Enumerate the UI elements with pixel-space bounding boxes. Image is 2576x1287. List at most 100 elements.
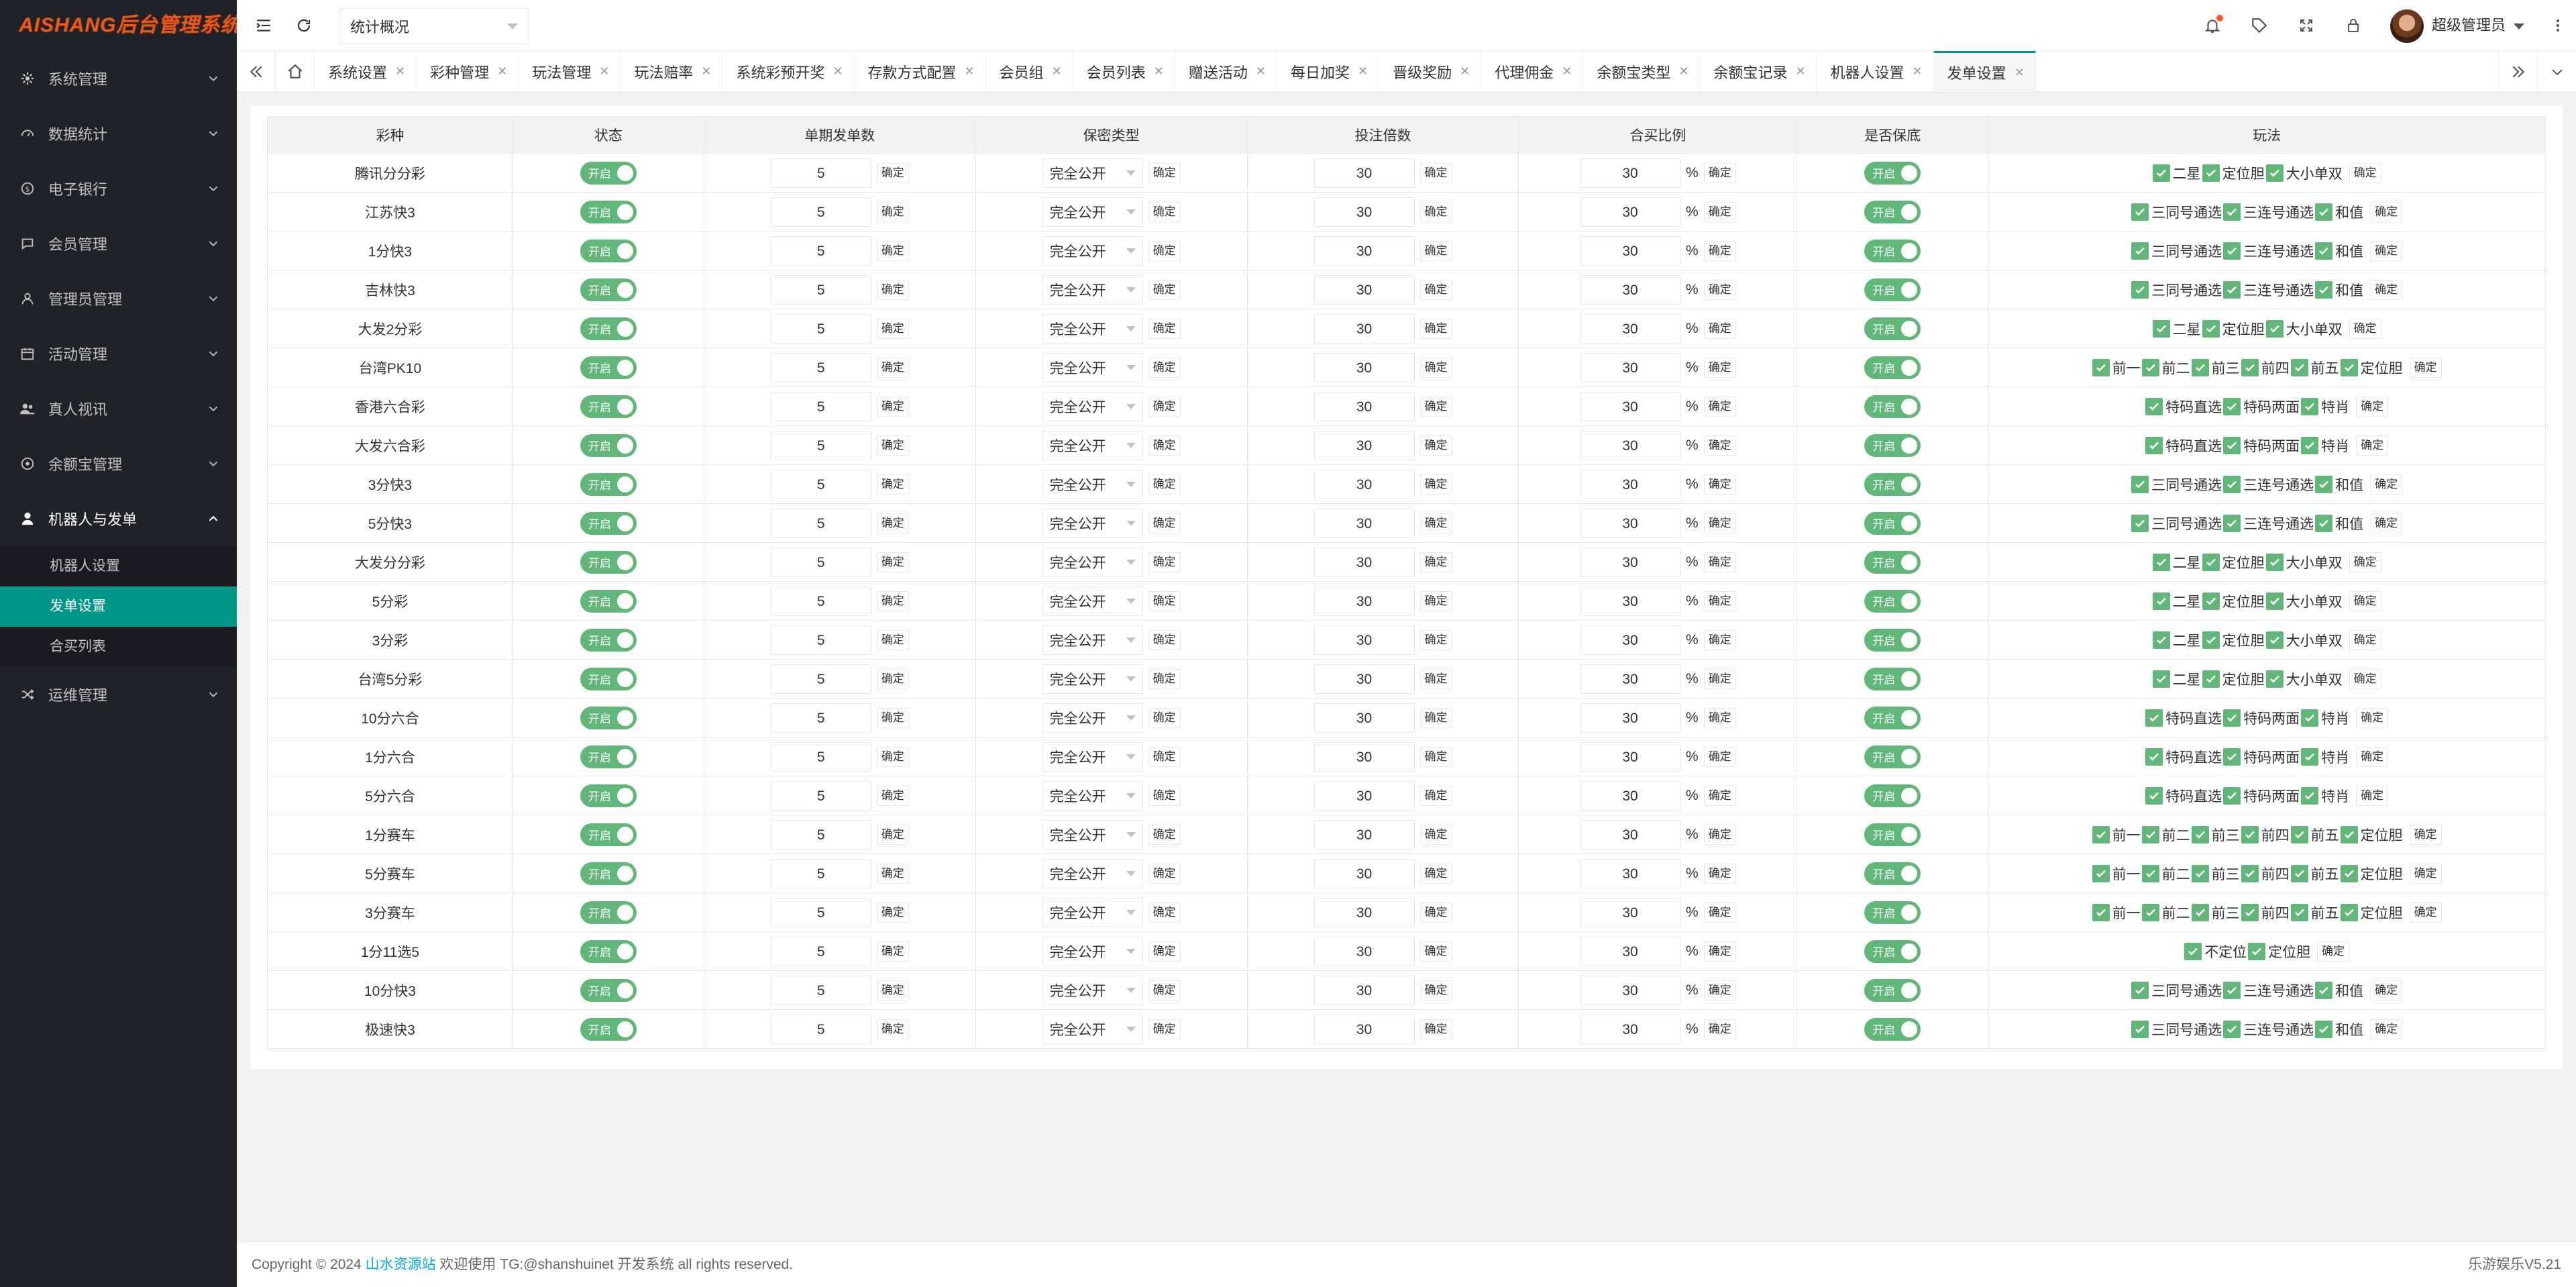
close-icon[interactable]: ✕ <box>395 64 405 79</box>
play-checkbox[interactable]: 特码直选 <box>2145 708 2222 728</box>
multiplier-input[interactable]: 30 <box>1313 313 1415 344</box>
play-checkbox[interactable]: 前三 <box>2191 358 2240 378</box>
secret-type-select[interactable]: 完全公开 <box>1042 391 1143 421</box>
ratio-input[interactable]: 30 <box>1580 897 1681 927</box>
avatar[interactable] <box>2390 9 2424 43</box>
multiplier-input[interactable]: 30 <box>1313 352 1415 382</box>
secret-type-select[interactable]: 完全公开 <box>1042 741 1143 772</box>
play-checkbox[interactable]: 和值 <box>2315 513 2363 533</box>
confirm-button[interactable]: 确定 <box>1703 590 1736 611</box>
tabs-scroll-left-icon[interactable] <box>237 51 276 92</box>
play-checkbox[interactable]: 三同号通选 <box>2131 241 2222 261</box>
play-checkbox[interactable]: 前二 <box>2141 864 2190 884</box>
toggle-switch[interactable]: 开启 <box>580 589 637 613</box>
tab-item[interactable]: 存款方式配置 ✕ <box>855 51 986 92</box>
tab-item[interactable]: 发单设置 ✕ <box>1933 51 2036 92</box>
ratio-input[interactable]: 30 <box>1580 625 1681 655</box>
confirm-button[interactable]: 确定 <box>1419 863 1452 884</box>
multiplier-input[interactable]: 30 <box>1313 897 1415 927</box>
confirm-button[interactable]: 确定 <box>1703 279 1736 300</box>
play-checkbox[interactable]: 定位胆 <box>2202 319 2265 339</box>
confirm-button[interactable]: 确定 <box>1703 629 1736 650</box>
play-checkbox[interactable]: 前四 <box>2241 903 2290 923</box>
close-icon[interactable]: ✕ <box>599 64 609 79</box>
play-checkbox[interactable]: 特码两面 <box>2223 786 2300 806</box>
issue-count-input[interactable]: 5 <box>770 430 871 460</box>
issue-count-input[interactable]: 5 <box>770 741 871 772</box>
confirm-button[interactable]: 确定 <box>1419 357 1452 378</box>
toggle-switch[interactable]: 开启 <box>1864 550 1921 574</box>
play-checkbox[interactable]: 和值 <box>2315 1019 2363 1039</box>
sidebar-subitem-1[interactable]: 发单设置 <box>0 586 237 627</box>
secret-type-select[interactable]: 完全公开 <box>1042 313 1143 344</box>
confirm-button[interactable]: 确定 <box>2356 785 2389 806</box>
toggle-switch[interactable]: 开启 <box>580 356 637 379</box>
sidebar-item-3[interactable]: 会员管理 <box>0 216 237 271</box>
close-icon[interactable]: ✕ <box>1154 64 1164 79</box>
confirm-button[interactable]: 确定 <box>1148 435 1181 456</box>
secret-type-select[interactable]: 完全公开 <box>1042 547 1143 577</box>
play-checkbox[interactable]: 前五 <box>2290 358 2339 378</box>
toggle-switch[interactable]: 开启 <box>1864 278 1921 301</box>
menu-toggle-icon[interactable] <box>244 0 284 51</box>
close-icon[interactable]: ✕ <box>833 64 843 79</box>
multiplier-input[interactable]: 30 <box>1313 625 1415 655</box>
issue-count-input[interactable]: 5 <box>770 547 871 577</box>
ratio-input[interactable]: 30 <box>1580 858 1681 888</box>
confirm-button[interactable]: 确定 <box>876 668 909 689</box>
play-checkbox[interactable]: 大小单双 <box>2265 630 2343 650</box>
confirm-button[interactable]: 确定 <box>1419 435 1452 456</box>
toggle-switch[interactable]: 开启 <box>580 745 637 768</box>
confirm-button[interactable]: 确定 <box>876 513 909 533</box>
toggle-switch[interactable]: 开启 <box>580 511 637 535</box>
secret-type-select[interactable]: 完全公开 <box>1042 780 1143 811</box>
toggle-switch[interactable]: 开启 <box>1864 784 1921 807</box>
issue-count-input[interactable]: 5 <box>770 858 871 888</box>
secret-type-select[interactable]: 完全公开 <box>1042 664 1143 694</box>
secret-type-select[interactable]: 完全公开 <box>1042 703 1143 733</box>
ratio-input[interactable]: 30 <box>1580 197 1681 227</box>
confirm-button[interactable]: 确定 <box>1148 668 1181 689</box>
ratio-input[interactable]: 30 <box>1580 780 1681 811</box>
toggle-switch[interactable]: 开启 <box>1864 161 1921 185</box>
play-checkbox[interactable]: 特码直选 <box>2145 435 2222 456</box>
close-icon[interactable]: ✕ <box>1052 64 1062 79</box>
toggle-switch[interactable]: 开启 <box>1864 511 1921 535</box>
toggle-switch[interactable]: 开启 <box>1864 900 1921 924</box>
toggle-switch[interactable]: 开启 <box>580 550 637 574</box>
ratio-input[interactable]: 30 <box>1580 236 1681 266</box>
play-checkbox[interactable]: 三同号通选 <box>2131 474 2222 495</box>
more-vertical-icon[interactable] <box>2544 0 2571 51</box>
play-checkbox[interactable]: 和值 <box>2315 241 2363 261</box>
close-icon[interactable]: ✕ <box>497 64 507 79</box>
secret-type-select[interactable]: 完全公开 <box>1042 508 1143 538</box>
play-checkbox[interactable]: 定位胆 <box>2340 864 2403 884</box>
play-checkbox[interactable]: 二星 <box>2152 669 2201 689</box>
play-checkbox[interactable]: 特肖 <box>2301 397 2349 417</box>
confirm-button[interactable]: 确定 <box>1419 980 1452 1000</box>
confirm-button[interactable]: 确定 <box>1703 162 1736 183</box>
secret-type-select[interactable]: 完全公开 <box>1042 197 1143 227</box>
confirm-button[interactable]: 确定 <box>1703 396 1736 417</box>
close-icon[interactable]: ✕ <box>1562 64 1572 79</box>
confirm-button[interactable]: 确定 <box>2370 513 2403 533</box>
lock-icon[interactable] <box>2333 0 2373 51</box>
play-checkbox[interactable]: 定位胆 <box>2248 941 2310 962</box>
confirm-button[interactable]: 确定 <box>1703 513 1736 533</box>
confirm-button[interactable]: 确定 <box>876 629 909 650</box>
play-checkbox[interactable]: 三同号通选 <box>2131 280 2222 300</box>
confirm-button[interactable]: 确定 <box>876 318 909 339</box>
multiplier-input[interactable]: 30 <box>1313 197 1415 227</box>
confirm-button[interactable]: 确定 <box>876 824 909 845</box>
ratio-input[interactable]: 30 <box>1580 274 1681 305</box>
confirm-button[interactable]: 确定 <box>2349 318 2381 339</box>
confirm-button[interactable]: 确定 <box>1703 902 1736 923</box>
multiplier-input[interactable]: 30 <box>1313 430 1415 460</box>
toggle-switch[interactable]: 开启 <box>1864 356 1921 379</box>
play-checkbox[interactable]: 三同号通选 <box>2131 202 2222 222</box>
issue-count-input[interactable]: 5 <box>770 274 871 305</box>
confirm-button[interactable]: 确定 <box>1703 552 1736 572</box>
confirm-button[interactable]: 确定 <box>2409 824 2442 845</box>
multiplier-input[interactable]: 30 <box>1313 741 1415 772</box>
confirm-button[interactable]: 确定 <box>1703 668 1736 689</box>
